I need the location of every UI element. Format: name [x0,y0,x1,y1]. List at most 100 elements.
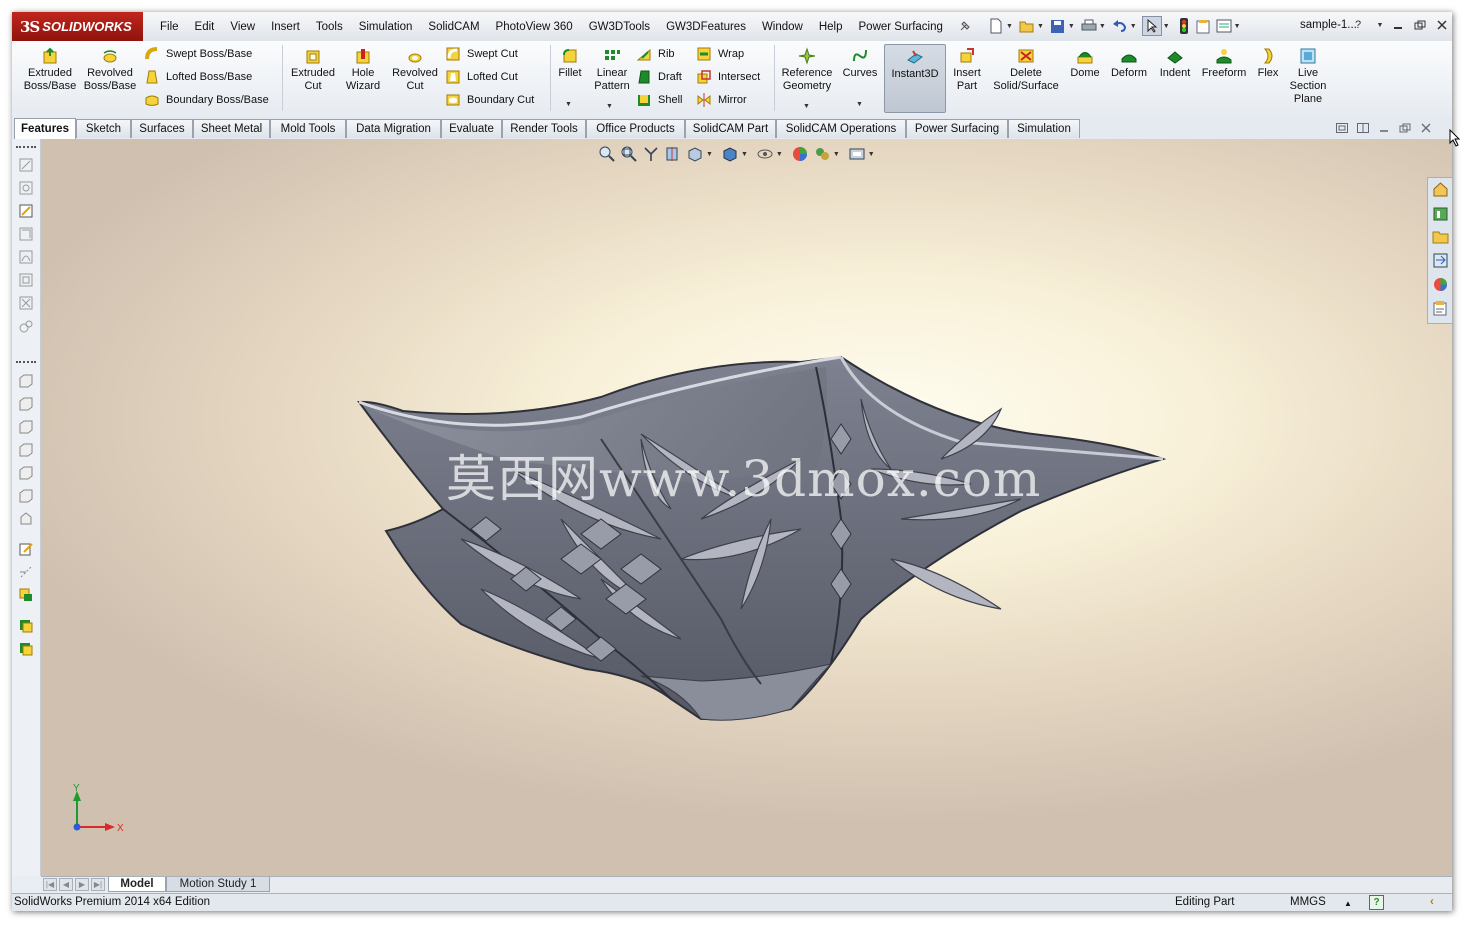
chevron-down-icon[interactable]: ▼ [776,151,783,158]
insert-part-button[interactable]: Insert Part [948,47,986,93]
mdi-close-icon[interactable] [1418,122,1433,134]
rib-button[interactable]: Rib [636,46,675,62]
sketch-tool-icon[interactable] [18,157,34,173]
draft-button[interactable]: Draft [636,69,682,85]
revolved-cut-button[interactable]: Revolved Cut [390,47,440,93]
layer-icon[interactable] [18,618,34,634]
tab-surfaces[interactable]: Surfaces [131,119,193,138]
edit-sketch-icon[interactable] [18,541,34,557]
zoom-to-fit-icon[interactable] [598,145,616,163]
tab-mold-tools[interactable]: Mold Tools [270,119,346,138]
menu-photoview[interactable]: PhotoView 360 [488,21,581,33]
chevron-down-icon[interactable]: ▼ [1068,23,1075,30]
mdi-restore-icon[interactable] [1397,122,1412,134]
view-cube-icon[interactable] [18,488,34,504]
unit-system-label[interactable]: MMGS [1290,896,1326,908]
chevron-left-icon[interactable]: ‹ [1430,896,1434,908]
chevron-down-icon[interactable]: ▼ [803,103,810,110]
custom-properties-icon[interactable] [1432,300,1449,317]
menu-insert[interactable]: Insert [263,21,308,33]
sketch-tool-icon[interactable] [18,272,34,288]
chevron-down-icon[interactable]: ▼ [606,103,613,110]
dome-button[interactable]: Dome [1067,47,1103,80]
deform-button[interactable]: Deform [1107,47,1151,80]
menu-view[interactable]: View [222,21,263,33]
design-library-icon[interactable] [1432,205,1449,222]
select-pointer-icon[interactable] [1141,16,1162,36]
tab-solidcam-operations[interactable]: SolidCAM Operations [776,119,906,138]
graphics-viewport[interactable]: Y X 莫西网www.3dmox.com ▼ ▼ ▼ ▼ ▼ [41,139,1452,876]
last-tab-icon[interactable]: ▶| [91,878,105,891]
layer-icon[interactable] [18,641,34,657]
hole-wizard-button[interactable]: Hole Wizard [340,47,386,93]
tab-render-tools[interactable]: Render Tools [502,119,586,138]
next-tab-icon[interactable]: ▶ [75,878,89,891]
tile-vertical-icon[interactable] [1355,122,1370,134]
menu-edit[interactable]: Edit [187,21,223,33]
insert-component-icon[interactable] [18,587,34,603]
boundary-cut-button[interactable]: Boundary Cut [445,92,534,108]
menu-solidcam[interactable]: SolidCAM [420,21,487,33]
boundary-boss-button[interactable]: Boundary Boss/Base [144,92,269,108]
sketch-tool-icon[interactable] [18,226,34,242]
reference-geometry-button[interactable]: Reference Geometry [778,47,836,93]
swept-cut-button[interactable]: Swept Cut [445,46,518,62]
sketch-tool-icon[interactable] [18,295,34,311]
menu-help[interactable]: Help [811,21,851,33]
section-view-icon[interactable] [664,145,682,163]
tab-features[interactable]: Features [14,118,76,139]
hide-show-items-icon[interactable] [756,145,774,163]
lofted-boss-button[interactable]: Lofted Boss/Base [144,69,252,85]
chevron-down-icon[interactable]: ▼ [1037,23,1044,30]
view-orientation-icon[interactable] [686,145,704,163]
freeform-button[interactable]: Freeform [1198,47,1250,80]
view-cube-icon[interactable] [18,419,34,435]
previous-tab-icon[interactable]: ◀ [59,878,73,891]
display-style-icon[interactable] [721,145,739,163]
minimize-icon[interactable] [1389,17,1407,33]
flex-button[interactable]: Flex [1253,47,1283,80]
menu-simulation[interactable]: Simulation [351,21,421,33]
options-icon[interactable] [1215,17,1233,35]
sketch-tool-icon[interactable] [18,318,34,334]
swept-boss-button[interactable]: Swept Boss/Base [144,46,252,62]
view-cube-icon[interactable] [18,442,34,458]
apply-scene-icon[interactable] [813,145,831,163]
chevron-down-icon[interactable]: ▼ [1371,17,1389,33]
view-palette-icon[interactable] [1432,252,1449,269]
menu-gw3dtools[interactable]: GW3DTools [581,21,658,33]
smart-dimension-icon[interactable] [18,203,34,219]
reference-line-icon[interactable] [18,564,34,580]
tab-sketch[interactable]: Sketch [76,119,131,138]
edit-appearance-icon[interactable] [791,145,809,163]
tab-power-surfacing[interactable]: Power Surfacing [906,119,1008,138]
view-cube-icon[interactable] [18,511,34,527]
tab-solidcam-part[interactable]: SolidCAM Part [685,119,776,138]
file-explorer-icon[interactable] [1432,228,1449,245]
mdi-minimize-icon[interactable] [1376,122,1391,134]
view-cube-icon[interactable] [18,373,34,389]
chevron-down-icon[interactable]: ▼ [856,101,863,108]
chevron-down-icon[interactable]: ▼ [868,151,875,158]
curves-button[interactable]: Curves [840,47,880,80]
lofted-cut-button[interactable]: Lofted Cut [445,69,518,85]
save-icon[interactable] [1049,17,1067,35]
print-icon[interactable] [1080,17,1098,35]
menu-tools[interactable]: Tools [308,21,351,33]
quick-tips-icon[interactable]: ? [1369,895,1384,910]
live-section-plane-button[interactable]: Live Section Plane [1286,47,1330,106]
rebuild-traffic-light-icon[interactable] [1175,17,1193,35]
shell-button[interactable]: Shell [636,92,682,108]
file-properties-icon[interactable] [1195,17,1213,35]
new-document-icon[interactable] [987,17,1005,35]
sketch-tool-icon[interactable] [18,249,34,265]
previous-view-icon[interactable] [642,145,660,163]
zoom-to-area-icon[interactable] [620,145,638,163]
extruded-cut-button[interactable]: Extruded Cut [286,47,340,93]
tab-office-products[interactable]: Office Products [586,119,685,138]
tile-horizontal-icon[interactable] [1334,122,1349,134]
indent-button[interactable]: Indent [1155,47,1195,80]
chevron-down-icon[interactable]: ▼ [706,151,713,158]
pin-icon[interactable] [956,17,974,35]
view-settings-icon[interactable] [848,145,866,163]
